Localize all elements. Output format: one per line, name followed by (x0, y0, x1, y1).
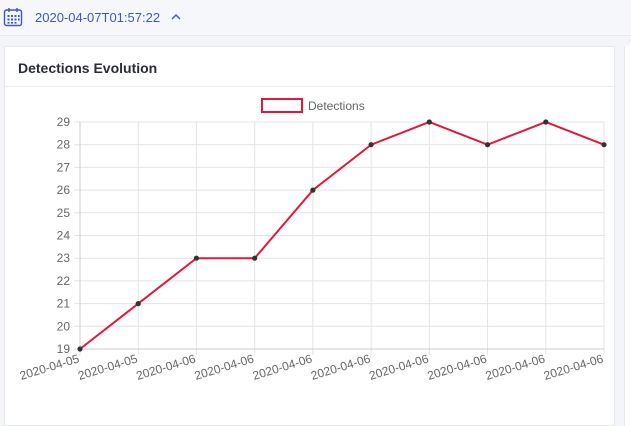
y-tick-label: 23 (57, 251, 71, 265)
y-tick-label: 21 (57, 297, 71, 311)
data-point[interactable] (252, 255, 258, 261)
y-tick-label: 27 (57, 160, 71, 174)
y-tick-label: 20 (57, 319, 71, 333)
y-tick-label: 26 (57, 183, 71, 197)
data-point[interactable] (601, 142, 607, 148)
y-tick-label: 22 (57, 274, 71, 288)
data-point[interactable] (543, 119, 549, 125)
data-point[interactable] (193, 255, 200, 261)
data-point[interactable] (368, 142, 374, 148)
data-point[interactable] (135, 301, 141, 307)
legend-swatch[interactable] (261, 98, 303, 113)
data-point[interactable] (77, 346, 83, 352)
adjacent-card-edge (624, 46, 631, 426)
legend-label[interactable]: Detections (308, 99, 365, 113)
card-title: Detections Evolution (18, 60, 158, 76)
data-point[interactable] (426, 119, 432, 125)
y-tick-label: 25 (57, 206, 71, 220)
data-point[interactable] (310, 187, 316, 193)
y-tick-label: 28 (57, 138, 71, 152)
chevron-up-icon[interactable] (171, 12, 181, 22)
calendar-icon (3, 8, 23, 27)
y-tick-label: 24 (57, 229, 71, 243)
date-value: 2020-04-07T01:57:22 (35, 9, 161, 25)
data-point[interactable] (484, 142, 491, 148)
top-bar: 2020-04-07T01:57:22 (0, 0, 631, 36)
y-tick-label: 29 (57, 115, 71, 129)
card-header: Detections Evolution (5, 47, 614, 87)
date-picker[interactable]: 2020-04-07T01:57:22 (3, 6, 181, 28)
